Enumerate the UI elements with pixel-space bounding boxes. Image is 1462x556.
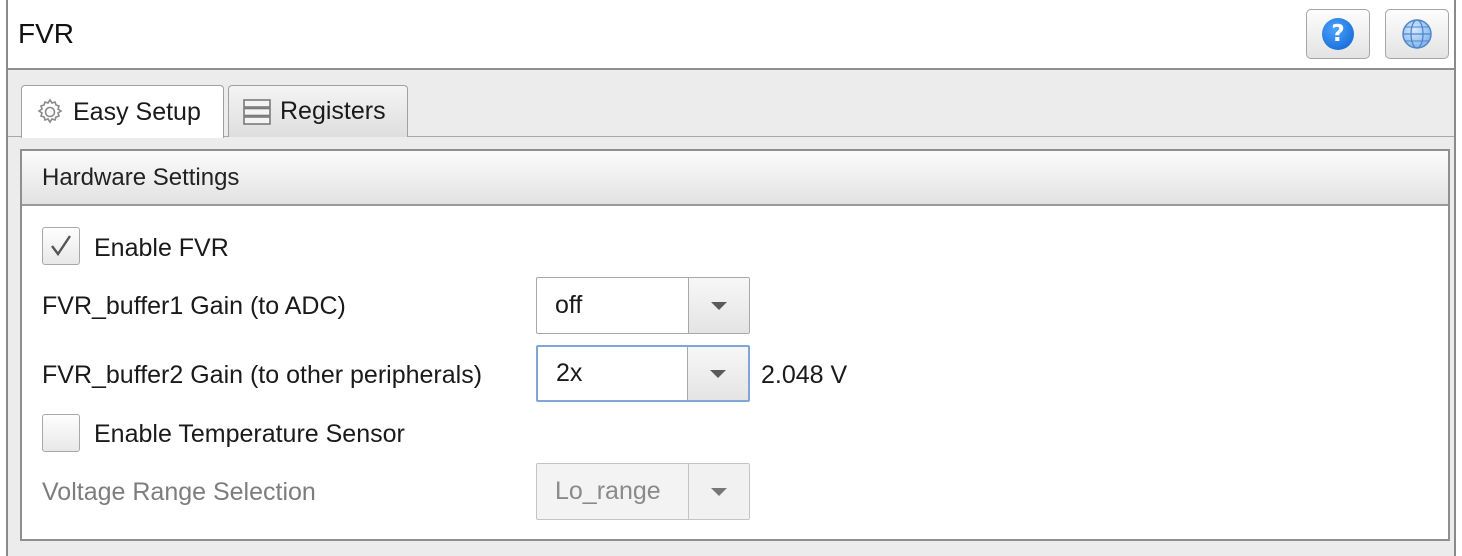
chevron-down-icon[interactable] [689,464,749,519]
fvr-window: FVR ? Easy Setup Registers Hardware Sett… [6,0,1456,556]
buffer2-voltage-readout: 2.048 V [761,361,848,389]
tab-registers-label: Registers [280,97,386,125]
checkmark-icon [51,235,71,257]
buffer2-gain-select[interactable]: 2x [536,345,750,402]
tab-easy-setup[interactable]: Easy Setup [21,85,224,138]
registers-icon [242,98,272,126]
voltage-range-select[interactable]: Lo_range [536,463,750,520]
voltage-range-label: Voltage Range Selection [42,478,316,506]
help-button[interactable]: ? [1306,9,1370,59]
voltage-range-value: Lo_range [537,464,689,519]
globe-button[interactable] [1385,9,1449,59]
enable-fvr-label: Enable FVR [94,234,229,262]
question-circle-icon: ? [1322,18,1354,50]
buffer1-gain-select[interactable]: off [536,277,750,334]
buffer1-gain-value: off [537,278,689,333]
tab-registers[interactable]: Registers [228,85,408,137]
buffer2-gain-value: 2x [538,347,688,400]
globe-icon [1402,19,1432,49]
tab-easy-setup-label: Easy Setup [73,97,201,126]
gear-icon [35,97,65,127]
hardware-settings-panel: Hardware Settings Enable FVR FVR_buffer1… [20,149,1450,541]
enable-temp-sensor-checkbox[interactable] [42,414,80,452]
title-bar: FVR ? [8,0,1454,70]
panel-title: Hardware Settings [42,164,240,191]
panel-header[interactable]: Hardware Settings [22,151,1448,206]
chevron-down-icon[interactable] [688,347,748,400]
enable-fvr-checkbox[interactable] [42,227,80,265]
buffer2-gain-label: FVR_buffer2 Gain (to other peripherals) [42,361,483,389]
window-title: FVR [18,18,74,49]
chevron-down-icon[interactable] [689,278,749,333]
buffer1-gain-label: FVR_buffer1 Gain (to ADC) [42,292,346,320]
tab-strip: Easy Setup Registers [8,70,1454,138]
enable-temp-sensor-label: Enable Temperature Sensor [94,420,405,448]
